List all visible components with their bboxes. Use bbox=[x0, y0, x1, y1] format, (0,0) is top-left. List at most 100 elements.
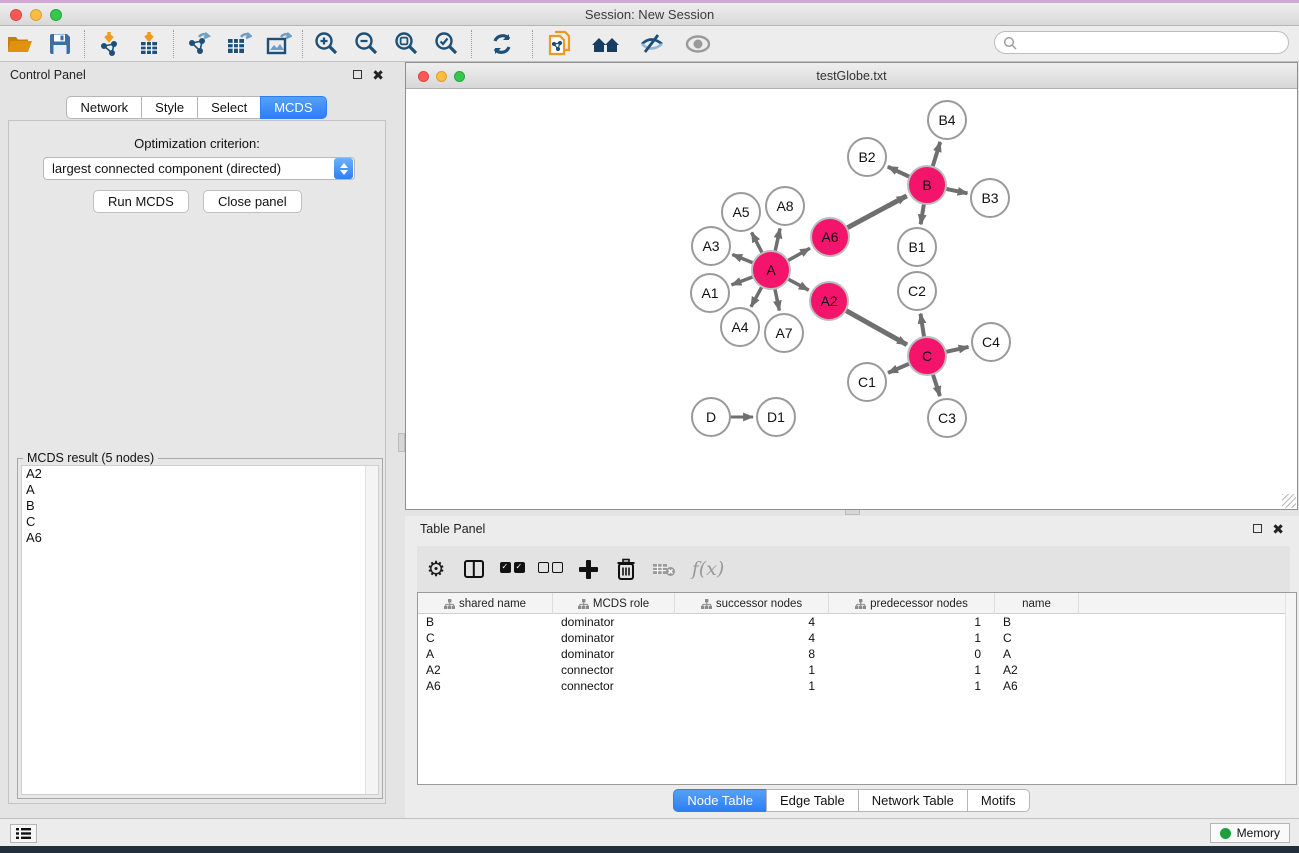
table-row[interactable]: A6connector11A6 bbox=[418, 678, 1296, 694]
result-scrollbar[interactable] bbox=[365, 466, 378, 794]
graph-edge-B-B3[interactable] bbox=[946, 189, 968, 194]
close-window-button[interactable] bbox=[10, 9, 22, 21]
panel-splitter-handle[interactable] bbox=[398, 433, 405, 452]
delete-row-button[interactable] bbox=[607, 549, 645, 589]
graph-node-B4[interactable]: B4 bbox=[928, 101, 966, 139]
table-settings-button[interactable]: ⚙ bbox=[417, 549, 455, 589]
graph-edge-A-A5[interactable] bbox=[752, 232, 763, 253]
column-header-successor-nodes[interactable]: successor nodes bbox=[675, 593, 829, 614]
result-item[interactable]: B bbox=[22, 498, 378, 514]
run-mcds-button[interactable]: Run MCDS bbox=[93, 190, 189, 213]
zoom-selected-button[interactable] bbox=[427, 28, 467, 60]
column-header-shared-name[interactable]: shared name bbox=[418, 593, 553, 614]
delete-table-button[interactable] bbox=[645, 549, 683, 589]
graph-node-A1[interactable]: A1 bbox=[691, 274, 729, 312]
graph-node-A5[interactable]: A5 bbox=[722, 193, 760, 231]
duplicate-network-button[interactable] bbox=[537, 28, 583, 60]
graph-node-B[interactable]: B bbox=[908, 166, 946, 204]
graph-node-A4[interactable]: A4 bbox=[721, 308, 759, 346]
zoom-window-button[interactable] bbox=[50, 9, 62, 21]
minimize-window-button[interactable] bbox=[30, 9, 42, 21]
import-network-button[interactable] bbox=[89, 28, 129, 60]
graph-edge-B-B1[interactable] bbox=[921, 204, 924, 225]
column-header-mcds-role[interactable]: MCDS role bbox=[553, 593, 675, 614]
close-panel-button[interactable]: Close panel bbox=[203, 190, 302, 213]
result-item[interactable]: C bbox=[22, 514, 378, 530]
graph-edge-A-A4[interactable] bbox=[751, 287, 762, 307]
function-builder-button[interactable]: f(x) bbox=[683, 549, 733, 589]
graph-edge-B-B4[interactable] bbox=[933, 142, 941, 167]
column-header-predecessor-nodes[interactable]: predecessor nodes bbox=[829, 593, 995, 614]
close-network-button[interactable] bbox=[418, 71, 429, 82]
import-table-button[interactable] bbox=[129, 28, 169, 60]
zoom-in-button[interactable] bbox=[307, 28, 347, 60]
graph-node-C2[interactable]: C2 bbox=[898, 272, 936, 310]
graph-node-B2[interactable]: B2 bbox=[848, 138, 886, 176]
network-canvas[interactable]: B4B2BB3A5A8A6B1A3AC2A1A2A4A7C4CC1C3DD1 bbox=[406, 89, 1297, 509]
save-session-button[interactable] bbox=[40, 28, 80, 60]
export-table-button[interactable] bbox=[218, 28, 258, 60]
graph-node-D1[interactable]: D1 bbox=[757, 398, 795, 436]
result-item[interactable]: A6 bbox=[22, 530, 378, 546]
search-input[interactable] bbox=[1017, 32, 1288, 53]
tab-node-table[interactable]: Node Table bbox=[673, 789, 767, 812]
graph-edge-A-A3[interactable] bbox=[732, 255, 753, 263]
network-graph[interactable]: B4B2BB3A5A8A6B1A3AC2A1A2A4A7C4CC1C3DD1 bbox=[406, 89, 1297, 509]
memory-button[interactable]: Memory bbox=[1210, 823, 1290, 843]
float-panel-icon[interactable] bbox=[353, 69, 362, 81]
close-panel-icon[interactable]: ✖ bbox=[372, 68, 384, 82]
result-item[interactable]: A2 bbox=[22, 466, 378, 482]
graph-edge-A-A8[interactable] bbox=[775, 228, 780, 251]
tab-edge-table[interactable]: Edge Table bbox=[766, 789, 859, 812]
home-button[interactable] bbox=[583, 28, 629, 60]
graph-node-C[interactable]: C bbox=[908, 337, 946, 375]
table-scrollbar[interactable] bbox=[1285, 593, 1296, 784]
result-item[interactable]: A bbox=[22, 482, 378, 498]
zoom-network-button[interactable] bbox=[454, 71, 465, 82]
add-row-button[interactable] bbox=[569, 549, 607, 589]
show-columns-button[interactable] bbox=[455, 549, 493, 589]
column-header-name[interactable]: name bbox=[995, 593, 1079, 614]
graph-node-A6[interactable]: A6 bbox=[811, 218, 849, 256]
minimize-network-button[interactable] bbox=[436, 71, 447, 82]
hide-graphics-details-button[interactable] bbox=[629, 28, 675, 60]
optimization-criterion-select[interactable]: largest connected component (directed) bbox=[43, 157, 355, 180]
export-network-button[interactable] bbox=[178, 28, 218, 60]
graph-edge-A-A7[interactable] bbox=[775, 289, 780, 311]
graph-node-A3[interactable]: A3 bbox=[692, 227, 730, 265]
tab-style[interactable]: Style bbox=[141, 96, 198, 119]
graph-edge-C-C1[interactable] bbox=[888, 364, 909, 373]
table-row[interactable]: Cdominator41C bbox=[418, 630, 1296, 646]
window-resize-grip[interactable] bbox=[1282, 494, 1296, 508]
select-all-columns-button[interactable] bbox=[493, 549, 531, 589]
export-image-button[interactable] bbox=[258, 28, 298, 60]
task-history-button[interactable] bbox=[10, 824, 37, 843]
refresh-button[interactable] bbox=[476, 28, 528, 60]
tab-select[interactable]: Select bbox=[197, 96, 261, 119]
graph-edge-A-A1[interactable] bbox=[732, 277, 754, 285]
graph-edge-A-A2[interactable] bbox=[788, 279, 809, 290]
graph-node-A2[interactable]: A2 bbox=[810, 282, 848, 320]
table-row[interactable]: Adominator80A bbox=[418, 646, 1296, 662]
tab-network[interactable]: Network bbox=[66, 96, 142, 119]
open-session-button[interactable] bbox=[0, 28, 40, 60]
graph-edge-C-C3[interactable] bbox=[933, 374, 940, 396]
graph-edge-C-C2[interactable] bbox=[920, 314, 924, 337]
table-row[interactable]: A2connector11A2 bbox=[418, 662, 1296, 678]
graph-node-C4[interactable]: C4 bbox=[972, 323, 1010, 361]
graph-node-B3[interactable]: B3 bbox=[971, 179, 1009, 217]
graph-edge-A-A6[interactable] bbox=[788, 248, 810, 260]
graph-node-A8[interactable]: A8 bbox=[766, 187, 804, 225]
graph-node-C1[interactable]: C1 bbox=[848, 363, 886, 401]
show-graphics-details-button[interactable] bbox=[675, 28, 721, 60]
graph-edge-A2-C[interactable] bbox=[846, 310, 907, 344]
graph-edge-A6-B[interactable] bbox=[847, 196, 907, 228]
float-table-panel-icon[interactable] bbox=[1253, 523, 1262, 535]
table-row[interactable]: Bdominator41B bbox=[418, 614, 1296, 630]
tab-network-table[interactable]: Network Table bbox=[858, 789, 968, 812]
tab-motifs[interactable]: Motifs bbox=[967, 789, 1030, 812]
graph-node-A7[interactable]: A7 bbox=[765, 314, 803, 352]
graph-node-C3[interactable]: C3 bbox=[928, 399, 966, 437]
graph-edge-B-B2[interactable] bbox=[888, 167, 910, 177]
graph-edge-C-C4[interactable] bbox=[946, 347, 969, 352]
